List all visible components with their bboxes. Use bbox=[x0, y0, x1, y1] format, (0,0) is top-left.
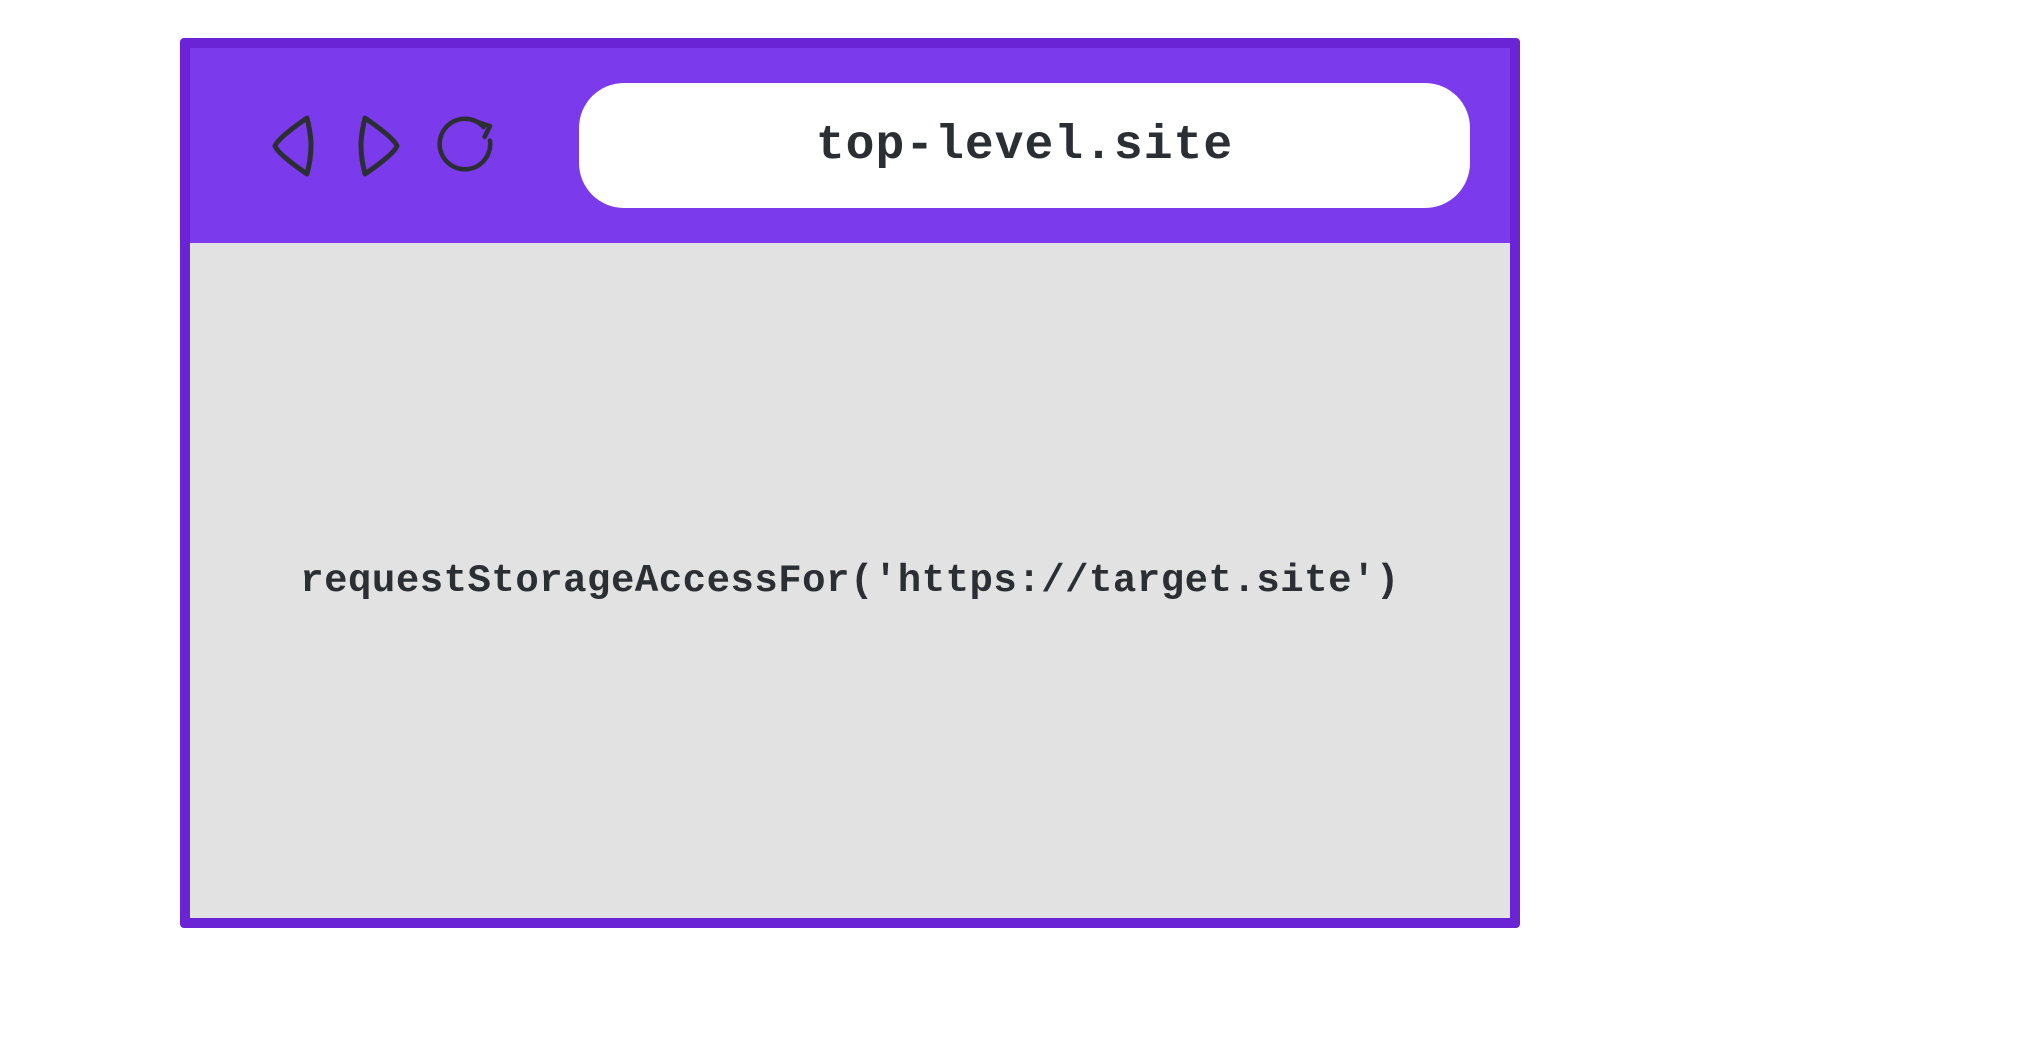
address-bar[interactable]: top-level.site bbox=[579, 83, 1470, 208]
browser-toolbar: top-level.site bbox=[190, 48, 1510, 243]
forward-icon[interactable] bbox=[347, 108, 412, 183]
address-text: top-level.site bbox=[816, 119, 1233, 173]
code-snippet: requestStorageAccessFor('https://target.… bbox=[300, 559, 1400, 603]
browser-window: top-level.site requestStorageAccessFor('… bbox=[180, 38, 1520, 928]
reload-icon[interactable] bbox=[434, 108, 499, 183]
back-icon[interactable] bbox=[260, 108, 325, 183]
nav-icons-group bbox=[260, 108, 499, 183]
page-content: requestStorageAccessFor('https://target.… bbox=[190, 243, 1510, 918]
